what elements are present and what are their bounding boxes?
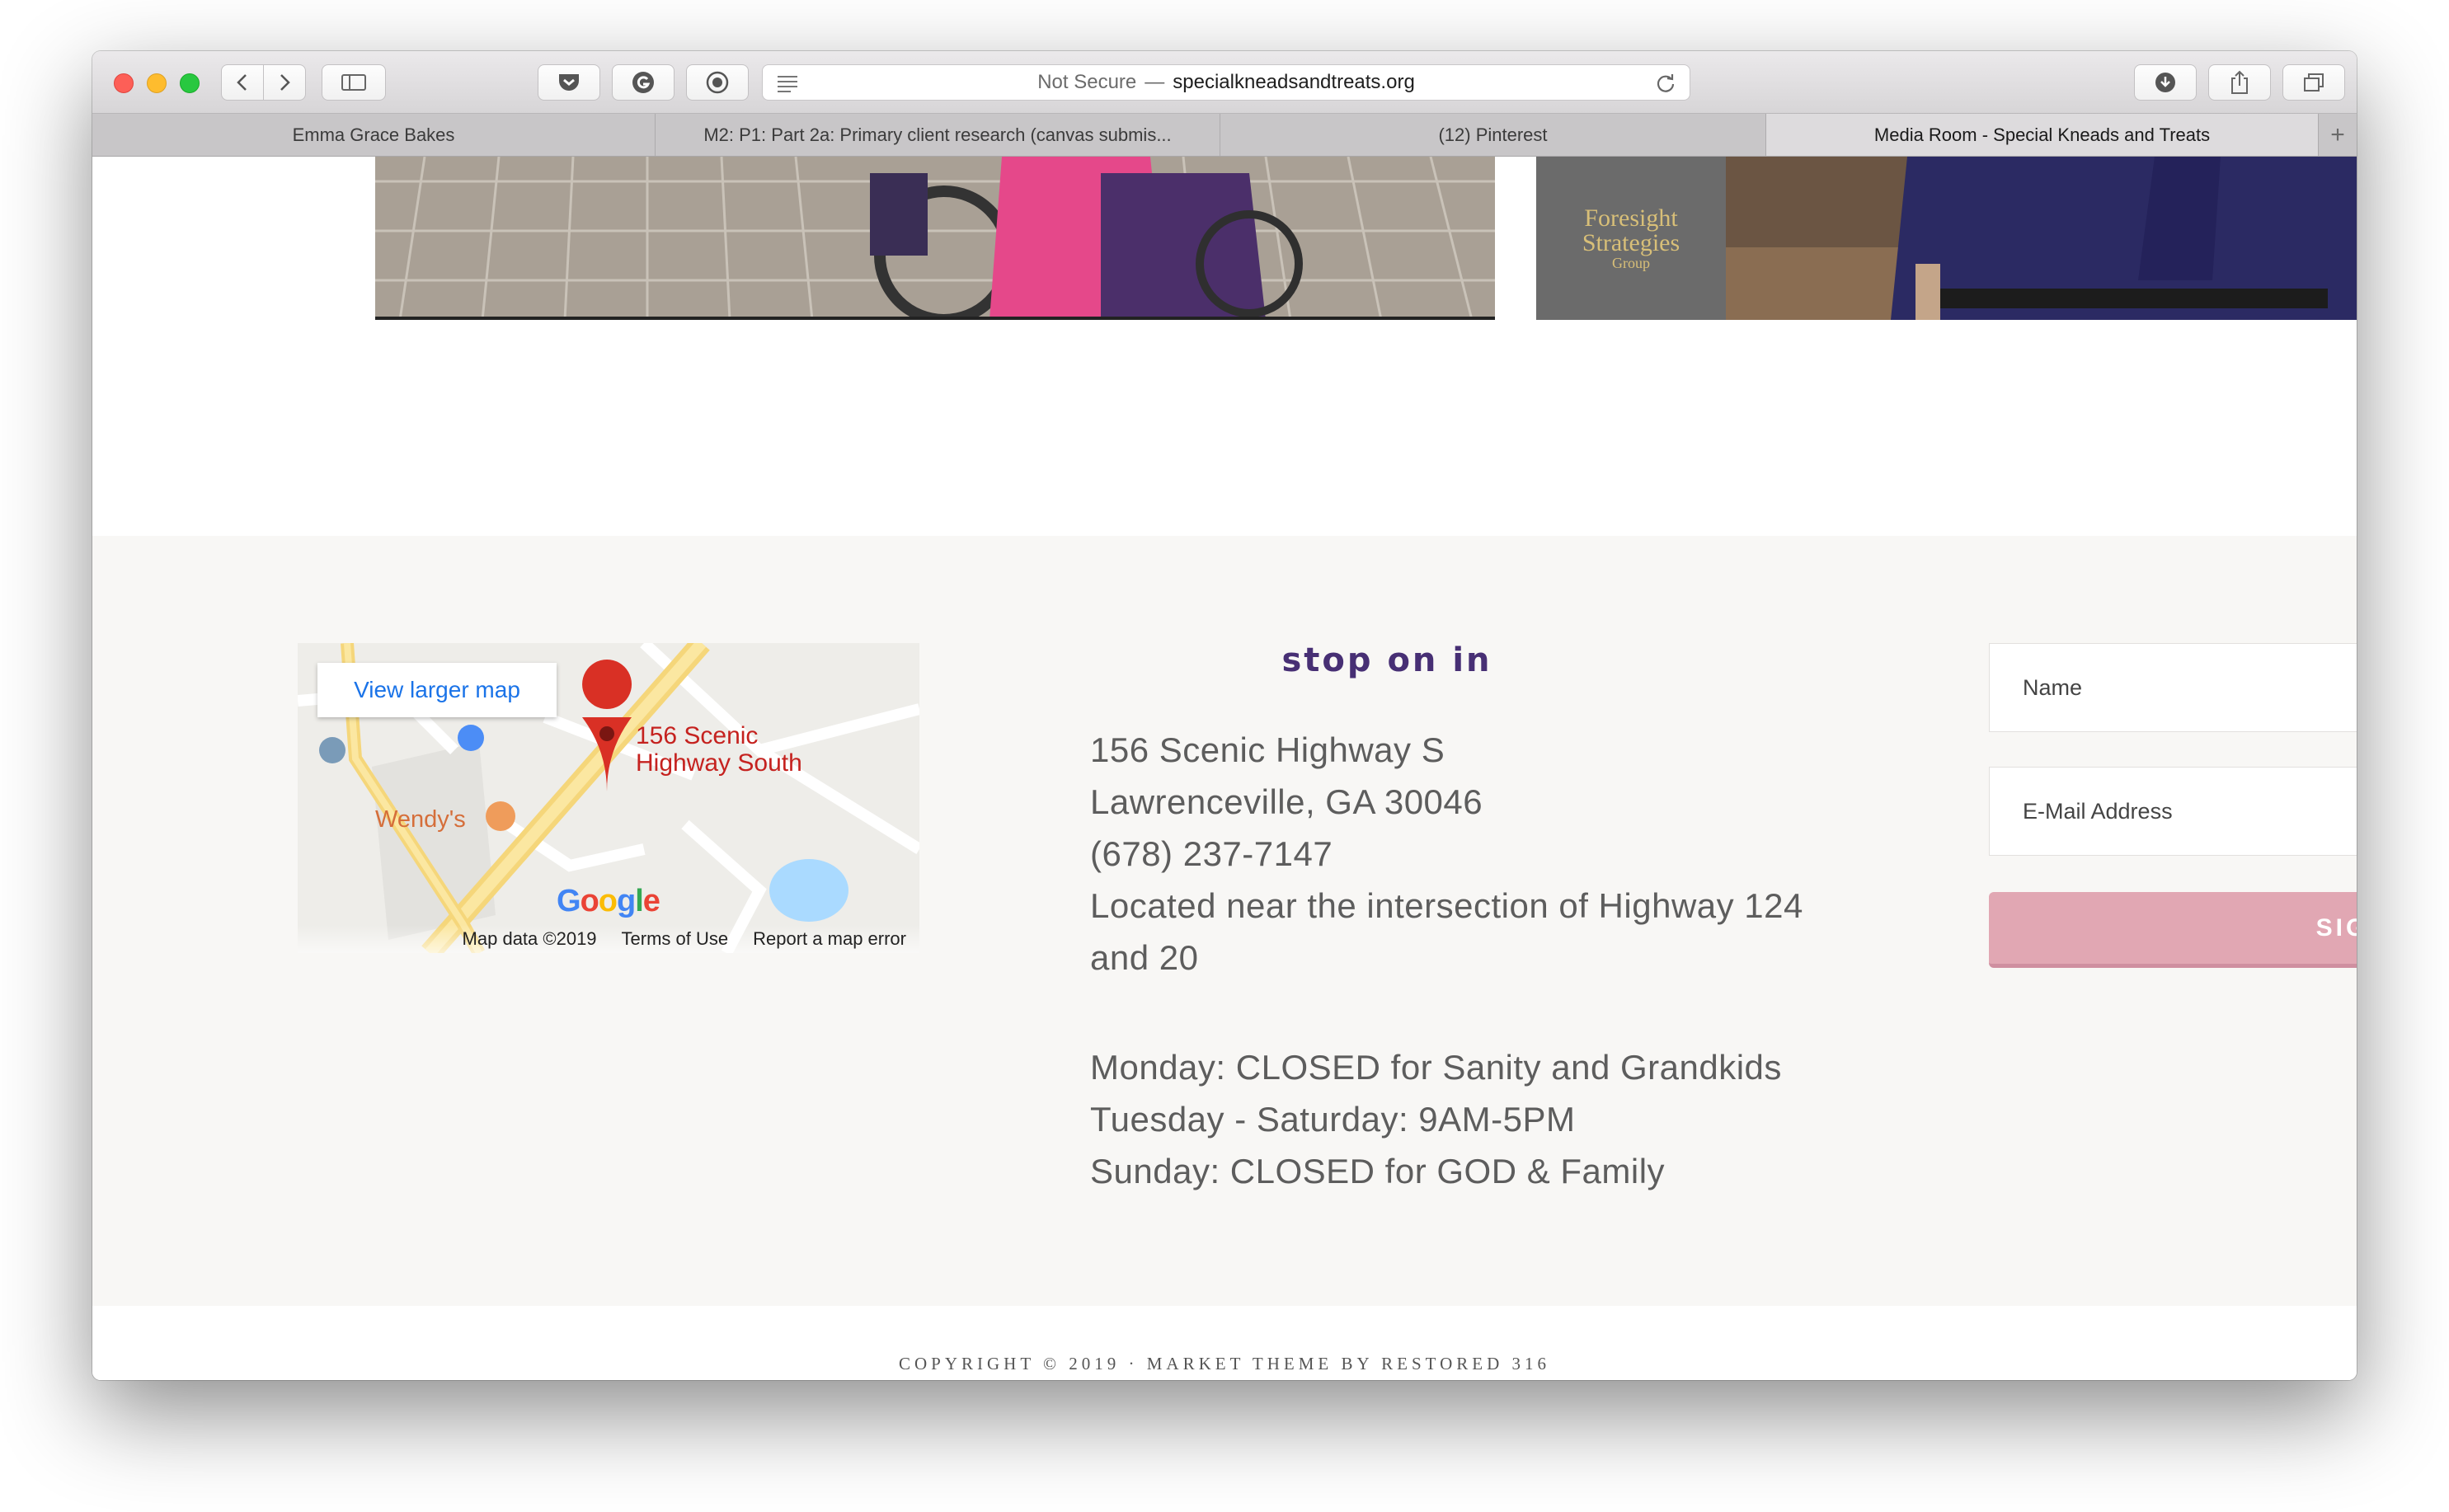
grammarly-icon xyxy=(632,72,654,93)
tab-bar: Emma Grace Bakes M2: P1: Part 2a: Primar… xyxy=(92,114,2357,157)
page-content: Foresight Strategies Group View larger m… xyxy=(92,157,2357,1380)
media-photo-wheelchair[interactable] xyxy=(375,157,1495,320)
close-window-button[interactable] xyxy=(114,73,134,93)
tab-label: (12) Pinterest xyxy=(1438,124,1548,145)
sidebar-toggle-button[interactable] xyxy=(322,64,386,101)
pin-label-line: Highway South xyxy=(636,749,802,777)
hours-line: Monday: CLOSED for Sanity and Grandkids xyxy=(1090,1048,1782,1087)
sign-up-button[interactable]: SIGN xyxy=(1989,892,2357,968)
view-larger-map-link[interactable]: View larger map xyxy=(317,663,557,717)
logo-text: Strategies xyxy=(1582,229,1680,256)
foresight-logo: Foresight Strategies Group xyxy=(1536,157,1726,320)
browser-toolbar: Not Secure — specialkneadsandtreats.org xyxy=(92,51,2357,114)
tabs-overview-icon xyxy=(2304,73,2324,92)
hours-line: Sunday: CLOSED for GOD & Family xyxy=(1090,1152,1666,1190)
map-pin-label: 156 Scenic Highway South xyxy=(636,722,802,777)
address-line: Lawrenceville, GA 30046 xyxy=(1090,782,1483,821)
reader-view-icon[interactable] xyxy=(776,74,799,92)
browser-window: Not Secure — specialkneadsandtreats.org … xyxy=(92,51,2357,1380)
show-all-tabs-button[interactable] xyxy=(2282,64,2345,101)
forward-button[interactable] xyxy=(263,64,306,101)
downloads-button[interactable] xyxy=(2134,64,2197,101)
map-report-link[interactable]: Report a map error xyxy=(753,928,906,950)
download-icon xyxy=(2155,73,2175,92)
grammarly-extension-button[interactable] xyxy=(612,64,675,101)
email-field[interactable]: E-Mail Address xyxy=(1989,767,2357,856)
reload-icon[interactable] xyxy=(1655,73,1676,94)
address-domain: specialkneadsandtreats.org xyxy=(1173,71,1415,93)
sidebar-icon xyxy=(341,74,366,91)
pocket-icon xyxy=(559,74,579,91)
pin-label-line: 156 Scenic xyxy=(636,722,759,749)
not-secure-label: Not Secure xyxy=(1037,71,1137,93)
tab-label: Media Room - Special Kneads and Treats xyxy=(1873,124,2211,145)
address-separator: — xyxy=(1145,71,1165,93)
address-block: 156 Scenic Highway S Lawrenceville, GA 3… xyxy=(1090,724,1816,1197)
chevron-left-icon xyxy=(237,74,247,91)
map-footer: Map data ©2019 Terms of Use Report a map… xyxy=(298,925,919,953)
map-terms-link[interactable]: Terms of Use xyxy=(622,928,729,950)
email-placeholder: E-Mail Address xyxy=(2023,798,2173,824)
copyright-footer: COPYRIGHT © 2019 · MARKET THEME BY RESTO… xyxy=(899,1354,1550,1373)
location-map[interactable]: View larger map 156 Scenic Highway South… xyxy=(298,643,919,953)
tab-emma-grace-bakes[interactable]: Emma Grace Bakes xyxy=(92,114,656,156)
location-note: and 20 xyxy=(1090,938,1199,977)
location-note: Located near the intersection of Highway… xyxy=(1090,886,1803,925)
contact-section: View larger map 156 Scenic Highway South… xyxy=(92,536,2357,1306)
photo-illustration xyxy=(375,157,1495,320)
contact-heading: stop on in xyxy=(1281,641,1492,679)
name-field[interactable]: Name xyxy=(1989,643,2357,732)
tab-label: Emma Grace Bakes xyxy=(292,124,455,145)
logo-text: Foresight xyxy=(1584,204,1678,232)
tab-media-room[interactable]: Media Room - Special Kneads and Treats xyxy=(1766,114,2319,156)
map-data-credit: Map data ©2019 xyxy=(462,928,597,949)
tab-label: M2: P1: Part 2a: Primary client research… xyxy=(703,124,1172,145)
tab-canvas-submission[interactable]: M2: P1: Part 2a: Primary client research… xyxy=(656,114,1220,156)
photo-illustration xyxy=(1726,157,2357,320)
address-line: 156 Scenic Highway S xyxy=(1090,730,1445,769)
plus-icon: + xyxy=(2330,120,2345,148)
zoom-window-button[interactable] xyxy=(180,73,200,93)
map-poi-wendys[interactable]: Wendy's xyxy=(375,806,466,833)
share-button[interactable] xyxy=(2208,64,2271,101)
name-placeholder: Name xyxy=(2023,674,2083,700)
logo-text: Group xyxy=(1612,255,1650,271)
tab-pinterest[interactable]: (12) Pinterest xyxy=(1220,114,1766,156)
chevron-right-icon xyxy=(280,74,290,91)
hours-line: Tuesday - Saturday: 9AM-5PM xyxy=(1090,1100,1576,1139)
globe-extension-button[interactable] xyxy=(686,64,749,101)
share-icon xyxy=(2231,70,2248,94)
phone-number[interactable]: (678) 237-7147 xyxy=(1090,828,1816,880)
minimize-window-button[interactable] xyxy=(147,73,167,93)
globe-icon xyxy=(706,71,729,94)
google-logo: Google xyxy=(557,884,660,918)
media-photo-foresight[interactable]: Foresight Strategies Group xyxy=(1536,157,2357,320)
new-tab-button[interactable]: + xyxy=(2319,114,2357,156)
back-button[interactable] xyxy=(221,64,264,101)
address-bar[interactable]: Not Secure — specialkneadsandtreats.org xyxy=(762,64,1690,101)
sign-up-label: SIGN xyxy=(2315,913,2357,941)
pocket-extension-button[interactable] xyxy=(538,64,600,101)
